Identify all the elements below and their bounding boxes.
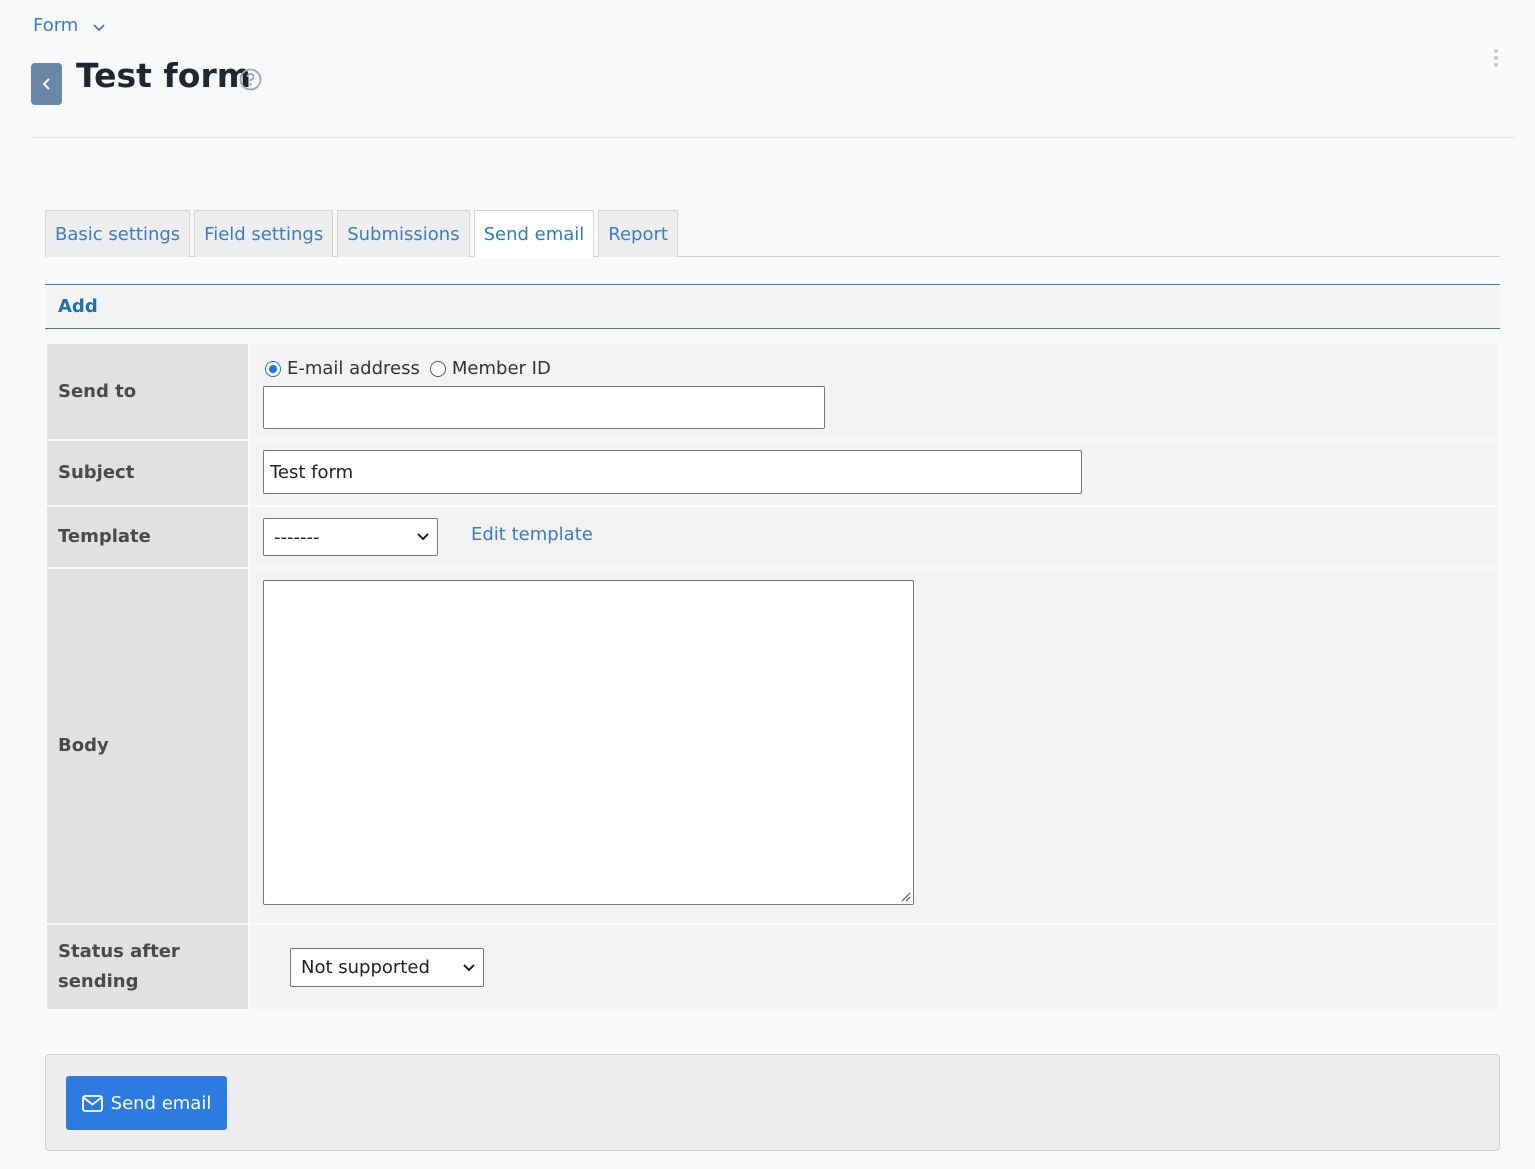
edit-template-link[interactable]: Edit template — [471, 524, 593, 545]
breadcrumb-label: Form — [33, 15, 79, 36]
back-button[interactable] — [31, 63, 62, 105]
send-email-button[interactable]: Send email — [66, 1076, 227, 1130]
send-to-radio-group: E-mail address Member ID — [265, 358, 561, 379]
tab-report[interactable]: Report — [598, 210, 678, 257]
status-select-value: Not supported — [301, 957, 430, 978]
page-title: Test form — [76, 56, 252, 95]
status-cell: Not supported — [250, 925, 1498, 1009]
section-title: Add — [58, 296, 98, 317]
tab-basic-settings[interactable]: Basic settings — [45, 210, 191, 257]
member-id-radio-label[interactable]: Member ID — [452, 358, 551, 379]
tab-submissions[interactable]: Submissions — [337, 210, 470, 257]
breadcrumb[interactable]: Form — [33, 15, 106, 36]
send-to-cell: E-mail address Member ID — [250, 344, 1498, 439]
body-cell — [250, 569, 1498, 923]
row-send-to: Send to E-mail address Member ID — [47, 344, 1498, 441]
action-bar: Send email — [45, 1054, 1500, 1151]
body-textarea[interactable] — [263, 580, 914, 905]
kebab-menu-icon[interactable] — [1491, 48, 1501, 70]
tab-send-email[interactable]: Send email — [473, 210, 595, 258]
send-email-button-label: Send email — [110, 1092, 212, 1114]
send-to-label: Send to — [47, 344, 248, 439]
resize-handle-icon[interactable] — [899, 890, 911, 902]
status-select[interactable]: Not supported — [290, 948, 484, 987]
chevron-left-icon — [42, 78, 50, 90]
chevron-down-icon — [93, 23, 105, 31]
row-template: Template ------- Edit template — [47, 507, 1498, 569]
row-subject: Subject Test form — [47, 441, 1498, 507]
template-cell: ------- Edit template — [250, 507, 1498, 567]
email-address-radio[interactable] — [265, 360, 281, 377]
template-label: Template — [47, 507, 248, 567]
status-label: Status after sending — [47, 925, 248, 1009]
email-address-radio-label[interactable]: E-mail address — [287, 358, 420, 379]
tab-bar: Basic settings Field settings Submission… — [45, 210, 1500, 258]
subject-cell: Test form — [250, 441, 1498, 505]
tab-field-settings[interactable]: Field settings — [194, 210, 334, 257]
help-icon[interactable] — [239, 68, 262, 91]
email-form: Send to E-mail address Member ID Subject… — [47, 344, 1498, 1009]
row-body: Body — [47, 569, 1498, 925]
section-header-add: Add — [45, 284, 1500, 329]
chevron-down-icon — [417, 533, 429, 541]
send-to-input[interactable] — [263, 386, 825, 429]
subject-label: Subject — [47, 441, 248, 505]
template-select-value: ------- — [274, 526, 320, 548]
body-label: Body — [47, 569, 248, 923]
template-select[interactable]: ------- — [263, 518, 438, 556]
header-divider — [31, 137, 1516, 138]
chevron-down-icon — [463, 963, 475, 971]
row-status-after-sending: Status after sending Not supported — [47, 925, 1498, 1009]
envelope-icon — [81, 1094, 103, 1112]
subject-input[interactable]: Test form — [263, 450, 1082, 494]
member-id-radio[interactable] — [429, 360, 446, 377]
